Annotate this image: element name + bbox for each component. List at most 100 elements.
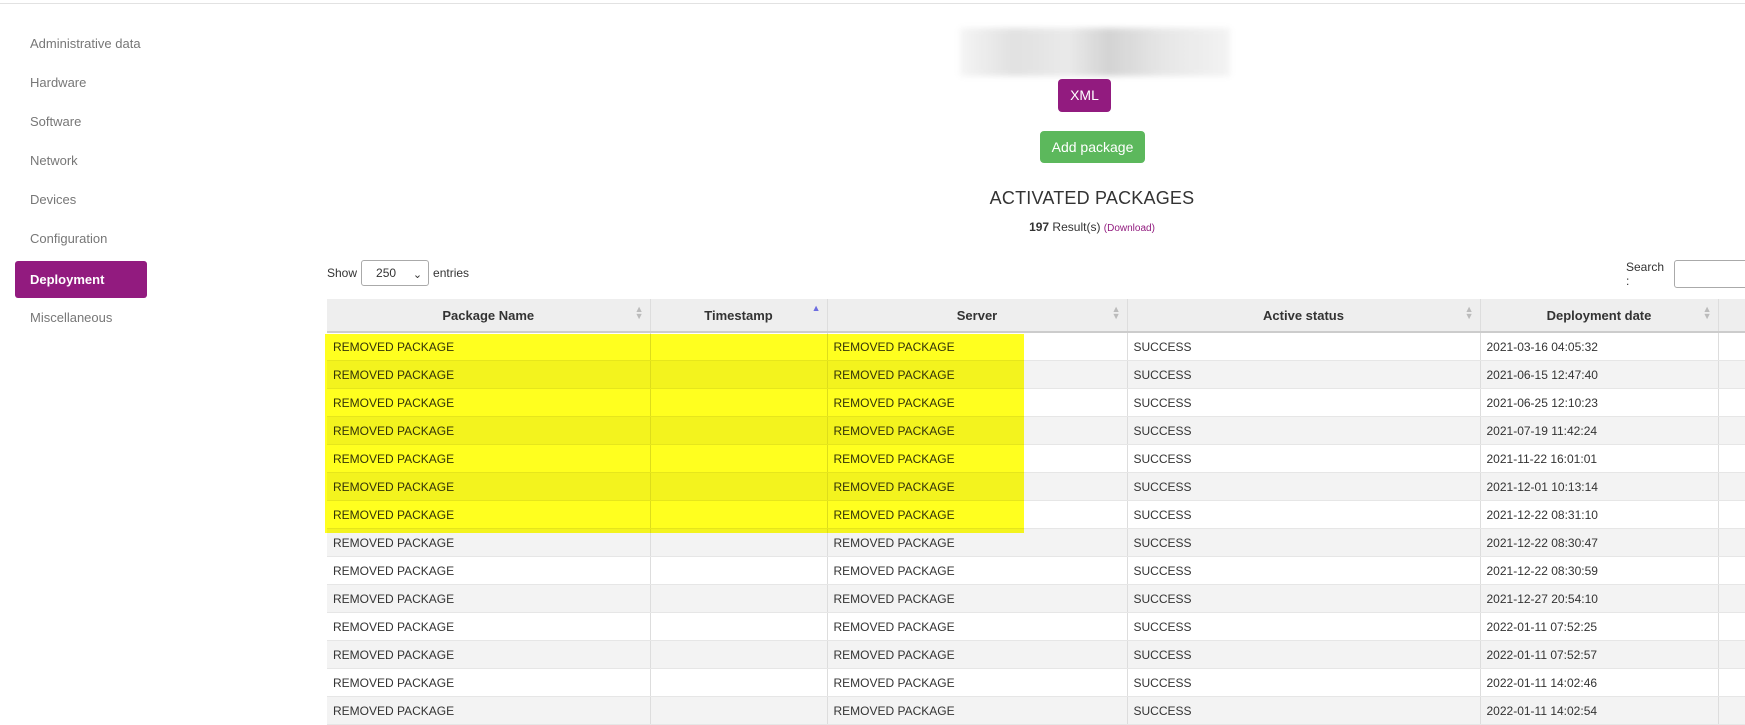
table-row[interactable]: REMOVED PACKAGE REMOVED PACKAGE SUCCESS 202…	[327, 472, 1745, 501]
package-name-cell: REMOVED PACKAGE	[327, 584, 651, 613]
timestamp-cell	[650, 360, 828, 389]
status-cell: SUCCESS	[1127, 444, 1481, 473]
result-count: 197 Result(s) (Download)	[960, 220, 1224, 234]
extra-cell	[1718, 528, 1745, 557]
table-row[interactable]: REMOVED PACKAGE REMOVED PACKAGE SUCCESS 202…	[327, 556, 1745, 585]
table-row[interactable]: REMOVED PACKAGE REMOVED PACKAGE SUCCESS 202…	[327, 416, 1745, 445]
timestamp-cell	[650, 444, 828, 473]
package-name-cell: REMOVED PACKAGE	[327, 388, 651, 417]
table-row[interactable]: REMOVED PACKAGE REMOVED PACKAGE SUCCESS 202…	[327, 500, 1745, 529]
extra-cell	[1718, 640, 1745, 669]
chevron-down-icon: ⌄	[412, 269, 423, 281]
server-cell: REMOVED PACKAGE	[827, 668, 1128, 697]
sidebar-item-administrative-data[interactable]: Administrative data	[15, 29, 147, 58]
status-cell: SUCCESS	[1127, 528, 1481, 557]
download-link[interactable]: (Download)	[1104, 223, 1155, 234]
package-name-cell: REMOVED PACKAGE	[327, 668, 651, 697]
extra-cell	[1718, 416, 1745, 445]
status-cell: SUCCESS	[1127, 332, 1481, 361]
package-name-cell: REMOVED PACKAGE	[327, 528, 651, 557]
table-body: REMOVED PACKAGE REMOVED PACKAGE SUCCESS 202…	[327, 332, 1745, 725]
table-row[interactable]: REMOVED PACKAGE REMOVED PACKAGE SUCCESS 202…	[327, 528, 1745, 557]
deployment-date-cell: 2021-12-22 08:30:47	[1480, 528, 1719, 557]
server-cell: REMOVED PACKAGE	[827, 612, 1128, 641]
column-header-package-name[interactable]: Package Name ▲ ▼	[327, 299, 651, 333]
deployment-date-cell: 2022-01-11 14:02:54	[1480, 696, 1719, 725]
sidebar-item-software[interactable]: Software	[15, 107, 147, 136]
table-row[interactable]: REMOVED PACKAGE REMOVED PACKAGE SUCCESS 202…	[327, 584, 1745, 613]
table-row[interactable]: REMOVED PACKAGE REMOVED PACKAGE SUCCESS 202…	[327, 388, 1745, 417]
sort-icon: ▲ ▼	[1111, 304, 1121, 321]
entries-label: entries	[433, 266, 470, 280]
timestamp-cell	[650, 612, 828, 641]
timestamp-cell	[650, 472, 828, 501]
timestamp-cell	[650, 332, 828, 361]
server-cell: REMOVED PACKAGE	[827, 696, 1128, 725]
add-package-button[interactable]: Add package	[1040, 131, 1145, 163]
table-row[interactable]: REMOVED PACKAGE REMOVED PACKAGE SUCCESS 202…	[327, 332, 1745, 361]
xml-button[interactable]: XML	[1058, 79, 1111, 112]
status-cell: SUCCESS	[1127, 472, 1481, 501]
status-cell: SUCCESS	[1127, 500, 1481, 529]
server-cell: REMOVED PACKAGE	[827, 472, 1128, 501]
sort-icon: ▲ ▼	[634, 304, 644, 321]
sidebar-item-hardware[interactable]: Hardware	[15, 68, 147, 97]
timestamp-cell	[650, 696, 828, 725]
sort-ascending-icon: ▲	[811, 303, 821, 313]
package-name-cell: REMOVED PACKAGE	[327, 500, 651, 529]
sidebar: Administrative data Hardware Software Ne…	[15, 29, 147, 342]
deployment-date-cell: 2021-12-22 08:31:10	[1480, 500, 1719, 529]
sidebar-item-devices[interactable]: Devices	[15, 185, 147, 214]
sidebar-item-configuration[interactable]: Configuration	[15, 224, 147, 253]
server-cell: REMOVED PACKAGE	[827, 640, 1128, 669]
table-row[interactable]: REMOVED PACKAGE REMOVED PACKAGE SUCCESS 202…	[327, 696, 1745, 725]
deployment-date-cell: 2021-12-27 20:54:10	[1480, 584, 1719, 613]
deployment-date-cell: 2021-06-15 12:47:40	[1480, 360, 1719, 389]
server-cell: REMOVED PACKAGE	[827, 584, 1128, 613]
status-cell: SUCCESS	[1127, 668, 1481, 697]
search-label: Search :	[1626, 260, 1665, 288]
server-cell: REMOVED PACKAGE	[827, 388, 1128, 417]
column-header-active-status[interactable]: Active status ▲ ▼	[1127, 299, 1481, 333]
column-header-deployment-date[interactable]: Deployment date ▲ ▼	[1480, 299, 1719, 333]
timestamp-cell	[650, 416, 828, 445]
column-header-timestamp[interactable]: Timestamp ▲	[650, 299, 828, 333]
deployment-date-cell: 2021-07-19 11:42:24	[1480, 416, 1719, 445]
table-row[interactable]: REMOVED PACKAGE REMOVED PACKAGE SUCCESS 202…	[327, 668, 1745, 697]
sidebar-item-deployment[interactable]: Deployment	[15, 261, 147, 298]
deployment-date-cell: 2022-01-11 14:02:46	[1480, 668, 1719, 697]
entries-select[interactable]: 250 ⌄	[361, 260, 430, 286]
server-cell: REMOVED PACKAGE	[827, 528, 1128, 557]
deployment-date-cell: 2021-12-22 08:30:59	[1480, 556, 1719, 585]
table-header-row: Package Name ▲ ▼ Timestamp ▲ Server ▲ ▼ Activ…	[327, 299, 1745, 333]
server-cell: REMOVED PACKAGE	[827, 556, 1128, 585]
server-cell: REMOVED PACKAGE	[827, 360, 1128, 389]
timestamp-cell	[650, 500, 828, 529]
server-cell: REMOVED PACKAGE	[827, 332, 1128, 361]
timestamp-cell	[650, 556, 828, 585]
sidebar-item-network[interactable]: Network	[15, 146, 147, 175]
timestamp-cell	[650, 528, 828, 557]
search-control: Search :	[1626, 260, 1745, 288]
timestamp-cell	[650, 388, 828, 417]
column-header-label: Server	[956, 307, 998, 323]
package-name-cell: REMOVED PACKAGE	[327, 416, 651, 445]
status-cell: SUCCESS	[1127, 360, 1481, 389]
extra-cell	[1718, 696, 1745, 725]
extra-cell	[1718, 444, 1745, 473]
table-row[interactable]: REMOVED PACKAGE REMOVED PACKAGE SUCCESS 202…	[327, 444, 1745, 473]
column-header-server[interactable]: Server ▲ ▼	[827, 299, 1128, 333]
sidebar-item-miscellaneous[interactable]: Miscellaneous	[15, 303, 147, 332]
table-row[interactable]: REMOVED PACKAGE REMOVED PACKAGE SUCCESS 202…	[327, 360, 1745, 389]
server-cell: REMOVED PACKAGE	[827, 416, 1128, 445]
package-name-cell: REMOVED PACKAGE	[327, 360, 651, 389]
column-header-extra	[1718, 299, 1745, 333]
search-input[interactable]	[1674, 260, 1745, 288]
package-name-cell: REMOVED PACKAGE	[327, 444, 651, 473]
extra-cell	[1718, 500, 1745, 529]
extra-cell	[1718, 612, 1745, 641]
package-name-cell: REMOVED PACKAGE	[327, 640, 651, 669]
table-row[interactable]: REMOVED PACKAGE REMOVED PACKAGE SUCCESS 202…	[327, 640, 1745, 669]
extra-cell	[1718, 556, 1745, 585]
table-row[interactable]: REMOVED PACKAGE REMOVED PACKAGE SUCCESS 202…	[327, 612, 1745, 641]
